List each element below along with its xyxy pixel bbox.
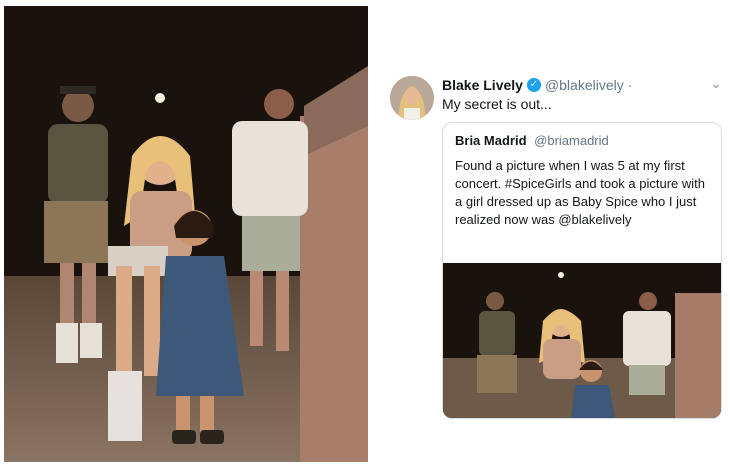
quoted-photo[interactable] bbox=[443, 263, 721, 418]
quoted-author-name[interactable]: Bria Madrid bbox=[455, 133, 527, 148]
quoted-header: Bria Madrid @briamadrid bbox=[455, 133, 609, 149]
verified-badge-icon: ✓ bbox=[526, 78, 541, 92]
quoted-tweet-text: Found a picture when I was 5 at my first… bbox=[455, 158, 706, 227]
tweet-card[interactable]: Blake Lively ✓ @blakelively · ⌄ My secre… bbox=[384, 72, 730, 432]
tweet-header: Blake Lively ✓ @blakelively · bbox=[442, 76, 632, 94]
chevron-down-icon[interactable]: ⌄ bbox=[710, 76, 722, 92]
quoted-author-handle[interactable]: @briamadrid bbox=[534, 133, 609, 148]
tweet-text: My secret is out... bbox=[442, 96, 552, 112]
header-separator: · bbox=[627, 77, 633, 93]
author-name[interactable]: Blake Lively bbox=[442, 76, 523, 94]
concert-photo bbox=[4, 6, 368, 462]
quoted-tweet[interactable]: Bria Madrid @briamadrid Found a picture … bbox=[442, 122, 722, 419]
author-avatar[interactable] bbox=[390, 76, 434, 120]
author-handle[interactable]: @blakelively bbox=[545, 76, 624, 94]
